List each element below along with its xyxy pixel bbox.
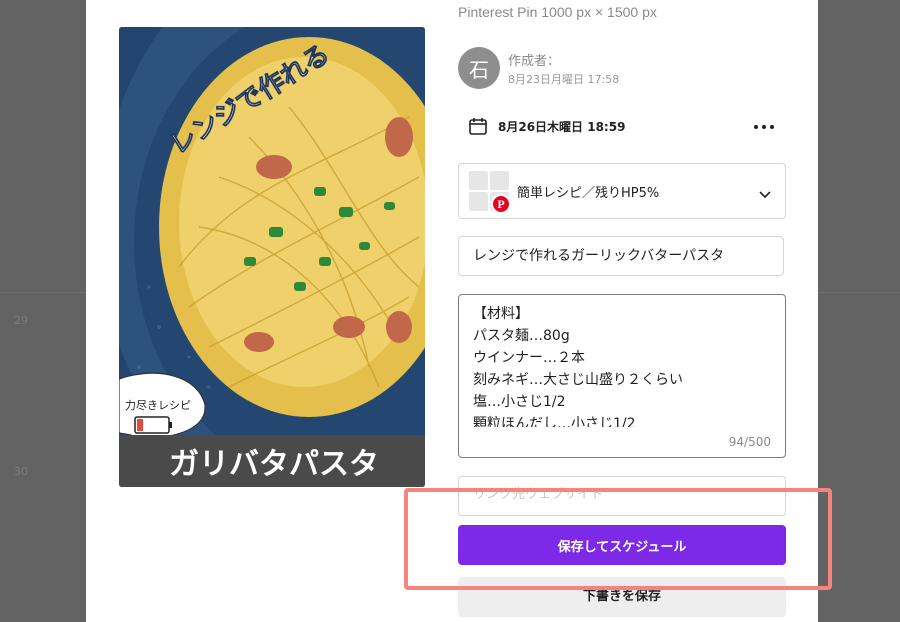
destination-link-input[interactable]: リンク先ウェブサイト: [458, 476, 786, 516]
background-label: 29: [14, 314, 28, 327]
save-draft-button[interactable]: 下書きを保存: [458, 577, 786, 617]
pin-bubble-text: 力尽きレシピ: [125, 399, 191, 412]
background-divider: [0, 292, 86, 293]
description-line: パスタ麺…80g: [473, 328, 570, 344]
description-text: 【材料】 パスタ麺…80g ウインナー…２本 刻みネギ…大さじ山盛り２くらい 塩…: [473, 303, 769, 427]
avatar: 石: [458, 47, 500, 89]
schedule-row[interactable]: 8月26日木曜日 18:59: [458, 112, 786, 140]
description-line: ウインナー…２本: [473, 350, 585, 366]
schedule-date[interactable]: 8月26日木曜日 18:59: [498, 118, 625, 135]
created-date: 8月23日月曜日 17:58: [508, 73, 620, 86]
pin-title-input[interactable]: レンジで作れるガーリックバターパスタ: [458, 236, 784, 276]
description-line: 塩…小さじ1/2: [473, 394, 566, 410]
board-name: 簡単レシピ／残りHP5%: [517, 186, 660, 201]
description-line: 【材料】: [473, 306, 529, 322]
pin-preview-image: レンジで作れる 力尽きレシピ ガリバタパスタ: [119, 27, 425, 487]
link-placeholder: リンク先ウェブサイト: [473, 487, 604, 502]
background-label: 30: [14, 465, 28, 478]
board-dropdown[interactable]: P 簡単レシピ／残りHP5%: [458, 163, 786, 219]
save-draft-label: 下書きを保存: [582, 589, 661, 604]
description-textarea[interactable]: 【材料】 パスタ麺…80g ウインナー…２本 刻みネギ…大さじ山盛り２くらい 塩…: [458, 294, 786, 458]
pin-size-label: Pinterest Pin 1000 px × 1500 px: [458, 4, 657, 20]
more-dots-icon[interactable]: [752, 116, 776, 136]
battery-icon: [134, 416, 172, 434]
avatar-initial: 石: [469, 57, 489, 82]
description-line: 顆粒ほんだし…小さじ1/2: [473, 416, 636, 427]
chevron-down-icon: [759, 184, 771, 203]
pinterest-icon: P: [491, 194, 511, 214]
pinterest-glyph: P: [497, 196, 505, 211]
author-label: 作成者：: [508, 54, 561, 69]
pin-bottom-text: ガリバタパスタ: [169, 447, 379, 482]
calendar-icon: [468, 116, 488, 140]
description-line: 刻みネギ…大さじ山盛り２くらい: [473, 372, 683, 388]
save-and-schedule-button[interactable]: 保存してスケジュール: [458, 525, 786, 565]
character-count: 94/500: [728, 435, 771, 449]
background-divider: [818, 292, 900, 293]
